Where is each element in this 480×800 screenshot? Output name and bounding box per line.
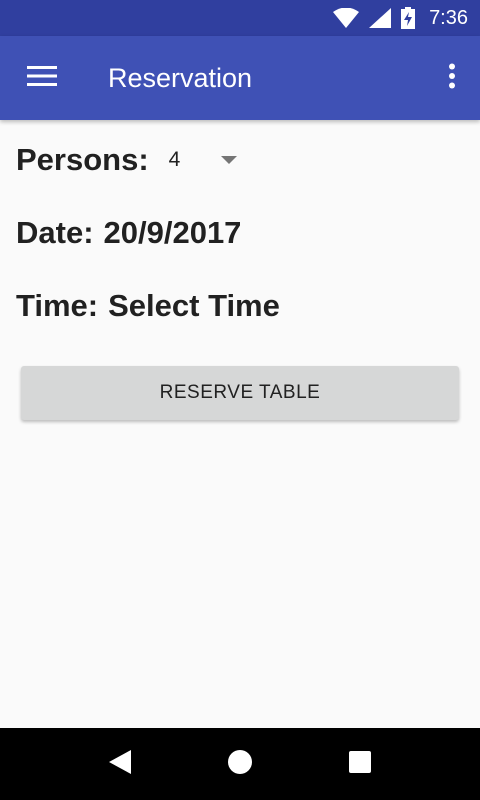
page-title: Reservation bbox=[108, 62, 253, 93]
time-row[interactable]: Time: Select Time bbox=[16, 286, 280, 326]
reservation-form: Persons: 4 Date: 20/9/2017 Time: Select … bbox=[0, 120, 480, 728]
home-button[interactable] bbox=[200, 728, 280, 800]
time-label: Time: bbox=[16, 288, 99, 323]
status-time: 7:36 bbox=[429, 6, 468, 29]
hamburger-menu-icon bbox=[27, 65, 57, 92]
date-row[interactable]: Date: 20/9/2017 bbox=[16, 213, 241, 253]
battery-charging-icon bbox=[401, 7, 416, 29]
cell-signal-icon bbox=[369, 8, 392, 28]
more-vert-icon bbox=[448, 63, 456, 94]
persons-row: Persons: 4 bbox=[16, 140, 237, 180]
time-value: Select Time bbox=[108, 288, 280, 323]
home-icon bbox=[227, 749, 253, 780]
persons-value: 4 bbox=[168, 148, 181, 171]
wifi-icon bbox=[333, 8, 360, 28]
navigation-bar bbox=[0, 728, 480, 800]
status-bar: 7:36 bbox=[0, 0, 480, 36]
reserve-table-button[interactable]: RESERVE TABLE bbox=[21, 366, 459, 420]
persons-label: Persons: bbox=[16, 142, 149, 177]
menu-button[interactable] bbox=[0, 36, 84, 120]
back-icon bbox=[109, 749, 131, 779]
persons-spinner[interactable]: 4 bbox=[169, 140, 237, 180]
overflow-menu-button[interactable] bbox=[424, 36, 480, 120]
dropdown-arrow-icon bbox=[220, 156, 237, 164]
app-bar: Reservation bbox=[0, 36, 480, 120]
date-label: Date: bbox=[16, 215, 94, 250]
back-button[interactable] bbox=[80, 728, 160, 800]
date-value: 20/9/2017 bbox=[103, 215, 242, 250]
recents-icon bbox=[349, 750, 371, 778]
recents-button[interactable] bbox=[320, 728, 400, 800]
